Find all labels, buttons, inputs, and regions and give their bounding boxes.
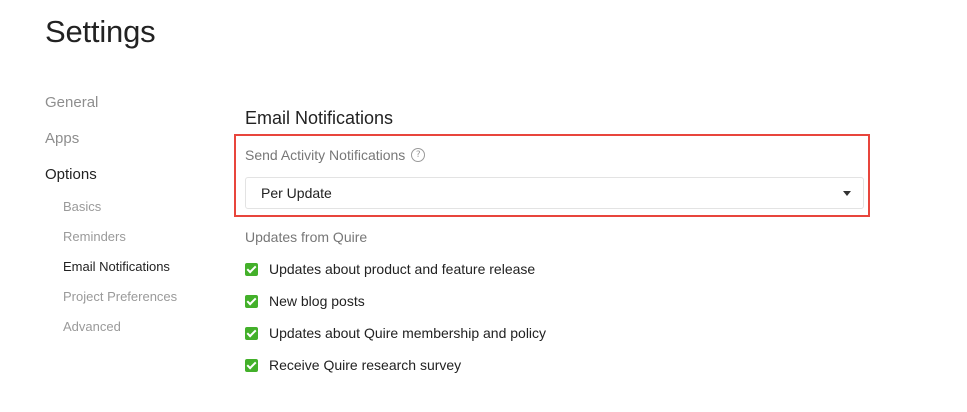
page-title: Settings [45,14,156,49]
section-title: Email Notifications [245,108,394,128]
sidebar-subitem-basics[interactable]: Basics [63,199,101,214]
checkbox-label: Updates about Quire membership and polic… [269,325,547,341]
checkbox-label: Receive Quire research survey [269,357,462,373]
checkbox-checked-icon[interactable] [245,358,258,372]
checkbox-row-blog-posts[interactable]: New blog posts [245,293,365,309]
activity-notifications-select-value: Per Update [261,185,332,201]
sidebar-subitem-email-notifications[interactable]: Email Notifications [63,259,170,274]
updates-from-quire-label: Updates from Quire [245,229,368,245]
activity-notifications-select[interactable]: Per Update [245,177,864,209]
caret-down-icon [843,191,851,196]
sidebar-subitem-advanced[interactable]: Advanced [63,319,121,334]
sidebar-item-general[interactable]: General [45,94,98,111]
checkbox-checked-icon[interactable] [245,262,258,276]
checkbox-row-membership-policy[interactable]: Updates about Quire membership and polic… [245,325,546,341]
sidebar-subitem-project-preferences[interactable]: Project Preferences [63,289,177,304]
checkbox-row-research-survey[interactable]: Receive Quire research survey [245,357,461,373]
question-circle-icon[interactable]: ? [411,148,426,162]
sidebar-subitem-reminders[interactable]: Reminders [63,229,126,244]
sidebar-item-options[interactable]: Options [45,166,97,183]
activity-notifications-label-text: Send Activity Notifications [245,147,406,163]
checkbox-checked-icon[interactable] [245,294,258,308]
checkbox-label: New blog posts [269,293,365,309]
activity-notifications-label: Send Activity Notifications ? [245,147,426,163]
sidebar-item-apps[interactable]: Apps [45,130,79,147]
checkbox-row-product-updates[interactable]: Updates about product and feature releas… [245,261,535,277]
checkbox-label: Updates about product and feature releas… [269,261,536,277]
checkbox-checked-icon[interactable] [245,326,258,340]
